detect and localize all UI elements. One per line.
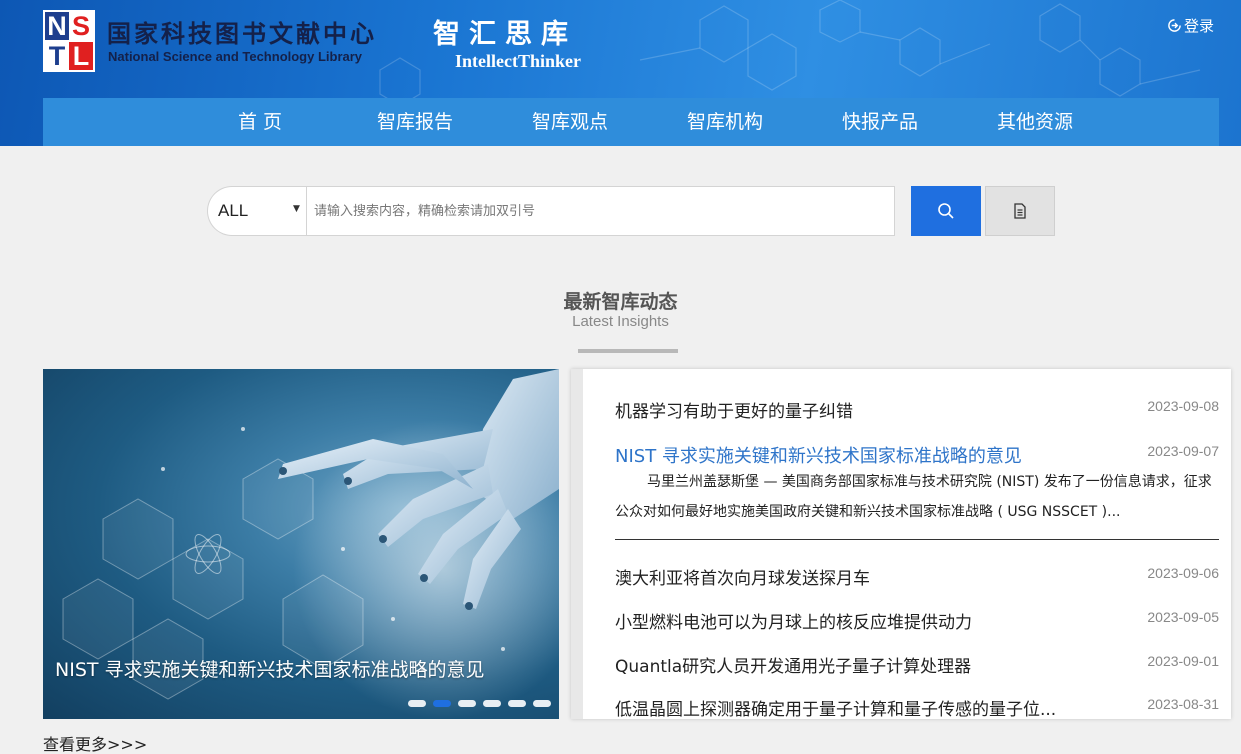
carousel-dot[interactable] [408, 700, 426, 707]
list-item[interactable]: Quantla研究人员开发通用光子量子计算处理器 2023-09-01 [615, 652, 1219, 678]
list-item[interactable]: 澳大利亚将首次向月球发送探月车 2023-09-06 [615, 564, 1219, 590]
org-name-en: National Science and Technology Library [108, 49, 363, 64]
section-underline [578, 349, 678, 353]
carousel-dot[interactable] [483, 700, 501, 707]
carousel-dot[interactable] [458, 700, 476, 707]
login-label: 登录 [1184, 17, 1215, 35]
news-carousel[interactable]: NIST 寻求实施关键和新兴技术国家标准战略的意见 [43, 369, 559, 719]
brand-name-en: IntellectThinker [455, 51, 581, 71]
nav-item-reports[interactable]: 智库报告 [355, 98, 475, 146]
nav-item-other-resources[interactable]: 其他资源 [975, 98, 1095, 146]
news-title: 小型燃料电池可以为月球上的核反应堆提供动力 [615, 613, 972, 633]
search-scope-value: ALL [218, 201, 249, 220]
news-date: 2023-09-05 [1147, 609, 1219, 625]
carousel-caption[interactable]: NIST 寻求实施关键和新兴技术国家标准战略的意见 [55, 655, 485, 682]
document-icon [1014, 203, 1026, 219]
news-title: 机器学习有助于更好的量子纠错 [615, 402, 853, 422]
news-date: 2023-09-06 [1147, 565, 1219, 581]
list-item-highlighted[interactable]: NIST 寻求实施关键和新兴技术国家标准战略的意见 2023-09-07 [615, 442, 1219, 468]
search-button[interactable] [911, 186, 981, 236]
news-title: 低温晶圆上探测器确定用于量子计算和量子传感的量子位... [615, 700, 1057, 719]
view-more-link[interactable]: 查看更多>>> [43, 731, 147, 754]
chevron-down-icon: ▼ [293, 204, 300, 214]
news-date: 2023-08-31 [1147, 696, 1219, 712]
search-scope-select[interactable]: ALL ▼ [207, 186, 307, 236]
news-date: 2023-09-08 [1147, 398, 1219, 414]
carousel-dot-active[interactable] [433, 700, 451, 707]
logo-letter-t: T [48, 41, 66, 71]
nav-item-institutions[interactable]: 智库机构 [665, 98, 785, 146]
list-item[interactable]: 小型燃料电池可以为月球上的核反应堆提供动力 2023-09-05 [615, 608, 1219, 634]
logo-letter-n: N [45, 12, 69, 40]
login-link[interactable]: 登录 [1167, 15, 1214, 36]
news-divider [615, 539, 1219, 540]
list-item[interactable]: 低温晶圆上探测器确定用于量子计算和量子传感的量子位... 2023-08-31 [615, 695, 1219, 719]
search-icon [938, 203, 954, 219]
nav-item-home[interactable]: 首 页 [200, 98, 320, 146]
news-title: NIST 寻求实施关键和新兴技术国家标准战略的意见 [615, 446, 1022, 467]
news-summary: 马里兰州盖瑟斯堡 — 美国商务部国家标准与技术研究院 (NIST) 发布了一份信… [615, 474, 1212, 520]
login-icon [1168, 19, 1181, 32]
org-name-cn: 国家科技图书文献中心 [107, 19, 377, 48]
news-date: 2023-09-07 [1147, 443, 1219, 459]
section-title: 最新智库动态 [563, 291, 678, 313]
logo-letter-l: L [69, 42, 93, 70]
section-subtitle: Latest Insights [572, 313, 669, 330]
main-nav: 首 页 智库报告 智库观点 智库机构 快报产品 其他资源 [43, 98, 1219, 146]
nav-item-bulletins[interactable]: 快报产品 [820, 98, 940, 146]
logo-letter-s: S [71, 11, 90, 41]
list-item[interactable]: 机器学习有助于更好的量子纠错 2023-09-08 [615, 397, 1219, 423]
news-date: 2023-09-01 [1147, 653, 1219, 669]
carousel-dots [408, 700, 558, 707]
carousel-dot[interactable] [508, 700, 526, 707]
nstl-logo[interactable]: N S T L [43, 10, 95, 72]
search-input[interactable] [306, 186, 895, 236]
news-list-panel: 机器学习有助于更好的量子纠错 2023-09-08 NIST 寻求实施关键和新兴… [571, 369, 1231, 719]
news-panel-sidebar [571, 369, 583, 719]
carousel-dot[interactable] [533, 700, 551, 707]
news-title: Quantla研究人员开发通用光子量子计算处理器 [615, 657, 972, 677]
news-title: 澳大利亚将首次向月球发送探月车 [615, 569, 870, 589]
site-header: N S T L 国家科技图书文献中心 National Science and … [0, 0, 1241, 146]
advanced-search-button[interactable] [985, 186, 1055, 236]
nav-item-viewpoints[interactable]: 智库观点 [510, 98, 630, 146]
brand-name-cn: 智汇思库 [433, 19, 577, 50]
